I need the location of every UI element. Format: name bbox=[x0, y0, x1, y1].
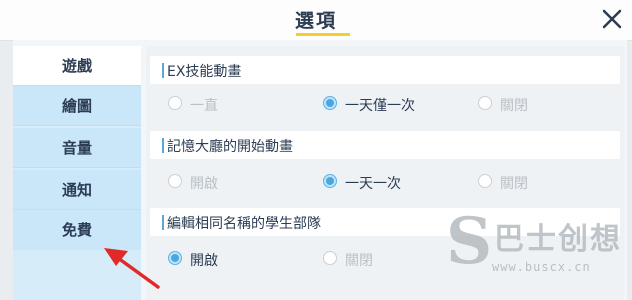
tab-volume[interactable]: 音量 bbox=[13, 128, 141, 168]
setting-title: 編輯相同名稱的學生部隊 bbox=[167, 216, 321, 232]
tab-game[interactable]: 遊戲 bbox=[13, 46, 141, 86]
watermark: S 巴士创想 www.buscx.cn bbox=[440, 204, 626, 296]
dialog-title: 選項 bbox=[294, 10, 337, 32]
tab-notifications[interactable]: 通知 bbox=[13, 170, 141, 210]
radio-button[interactable] bbox=[168, 174, 182, 188]
setting-row-ex-skill-animation: 一直 一天僅一次 關閉 bbox=[150, 95, 620, 131]
radio-button[interactable] bbox=[323, 251, 337, 265]
radio-button[interactable] bbox=[478, 96, 492, 110]
setting-header-memory-lobby-animation: 記憶大廳的開始動畫 bbox=[150, 131, 620, 159]
section-marker bbox=[162, 63, 164, 78]
tab-free[interactable]: 免費 bbox=[13, 210, 141, 250]
setting-header-ex-skill-animation: EX技能動畫 bbox=[150, 56, 620, 84]
section-marker bbox=[162, 138, 164, 153]
option-label: 一天一次 bbox=[345, 176, 401, 192]
option-label: 關閉 bbox=[500, 176, 528, 192]
watermark-url: www.buscx.cn bbox=[492, 260, 591, 274]
option-label: 關閉 bbox=[345, 253, 373, 269]
setting-title: 記憶大廳的開始動畫 bbox=[167, 139, 293, 155]
section-marker bbox=[162, 215, 164, 230]
radio-button-selected[interactable] bbox=[323, 96, 337, 110]
option-label: 開啟 bbox=[190, 176, 218, 192]
option-label: 一天僅一次 bbox=[345, 98, 415, 114]
tab-graphics[interactable]: 繪圖 bbox=[13, 86, 141, 126]
watermark-text: 巴士创想 bbox=[494, 222, 622, 257]
radio-button-selected[interactable] bbox=[323, 174, 337, 188]
close-icon[interactable] bbox=[597, 4, 627, 34]
title-underline bbox=[296, 33, 350, 36]
radio-button[interactable] bbox=[168, 96, 182, 110]
option-label: 一直 bbox=[190, 98, 218, 114]
option-label: 開啟 bbox=[190, 253, 218, 269]
watermark-logo-letter: S bbox=[446, 204, 493, 279]
radio-button[interactable] bbox=[478, 174, 492, 188]
radio-button-selected[interactable] bbox=[168, 251, 182, 265]
setting-title: EX技能動畫 bbox=[167, 64, 242, 80]
option-label: 關閉 bbox=[500, 98, 528, 114]
